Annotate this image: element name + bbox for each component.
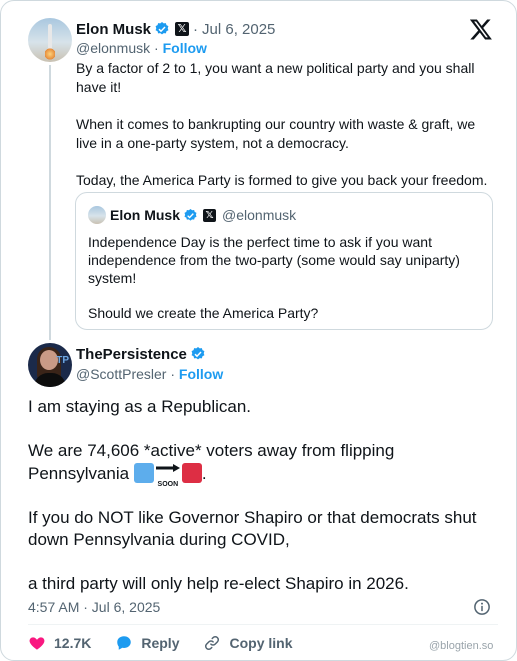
quoted-author-name: Elon Musk	[110, 207, 181, 223]
tweet-date[interactable]: Jul 6, 2025	[202, 21, 275, 38]
follow-button[interactable]: Follow	[179, 366, 223, 382]
reply-bubble-icon	[117, 636, 132, 650]
author-name[interactable]: Elon Musk	[76, 21, 151, 38]
tweet-timestamp[interactable]: 4:57 AM · Jul 6, 2025	[28, 599, 160, 615]
like-button[interactable]: 12.7K	[28, 634, 91, 652]
quoted-paragraph: Independence Day is the perfect time to …	[88, 234, 460, 286]
like-count: 12.7K	[54, 635, 92, 651]
watermark-text: @blogtien.so	[429, 640, 494, 652]
tweet-text-segment: .	[201, 464, 207, 483]
tweet-paragraph: By a factor of 2 to 1, you want a new po…	[76, 60, 475, 95]
verified-badge-icon	[191, 347, 205, 360]
tweet-paragraph: If you do NOT like Governor Shapiro or t…	[28, 508, 477, 549]
verified-badge-icon	[155, 22, 169, 35]
tweet-paragraph: I am staying as a Republican.	[28, 397, 252, 416]
red-square-emoji	[181, 463, 202, 483]
verified-badge-icon	[184, 208, 197, 221]
quoted-author-handle: @elonmusk	[222, 207, 297, 223]
blue-square-emoji	[133, 463, 154, 483]
main-tweet-header: ThePersistence	[76, 343, 206, 365]
link-icon	[205, 635, 220, 651]
follow-button[interactable]: Follow	[163, 40, 207, 56]
parent-tweet-text: By a factor of 2 to 1, you want a new po…	[76, 59, 496, 208]
tweet-paragraph: Today, the America Party is formed to gi…	[76, 172, 488, 188]
quoted-tweet[interactable]: Elon Musk 𝕏 @elonmusk Independence Day i…	[75, 192, 493, 330]
copy-link-label: Copy link	[229, 635, 293, 651]
info-icon[interactable]	[473, 598, 491, 616]
author-name[interactable]: ThePersistence	[76, 346, 187, 363]
main-tweet-text: I am staying as a Republican. We are 74,…	[28, 396, 498, 617]
reply-button[interactable]: Reply	[115, 634, 179, 652]
thepersistence-avatar[interactable]: TP	[28, 343, 72, 387]
tweet-paragraph: a third party will only help re-elect Sh…	[28, 574, 409, 593]
author-handle[interactable]: @elonmusk	[76, 40, 150, 56]
tweet-paragraph: We are 74,606 *active* voters away from …	[28, 440, 498, 488]
embedded-tweet-card: Elon Musk 𝕏 · Jul 6, 2025 @elonmusk · Fo…	[0, 0, 517, 661]
x-logo-icon[interactable]	[469, 17, 493, 41]
tweet-paragraph: When it comes to bankrupting our country…	[76, 116, 476, 151]
reply-label: Reply	[141, 635, 180, 651]
elon-musk-avatar[interactable]	[28, 18, 72, 62]
quoted-tweet-header: Elon Musk 𝕏 @elonmusk	[110, 204, 296, 226]
action-bar: 12.7K Reply Copy link	[28, 633, 317, 653]
main-handle-row: @ScottPresler · Follow	[76, 366, 224, 382]
x-affiliate-badge-icon: 𝕏	[175, 22, 190, 36]
quoted-tweet-text: Independence Day is the perfect time to …	[88, 233, 483, 339]
copy-link-button[interactable]: Copy link	[203, 634, 293, 652]
heart-icon	[29, 637, 45, 650]
quoted-author-avatar	[88, 206, 106, 224]
quoted-paragraph: Should we create the America Party?	[88, 305, 319, 321]
tweet-text-segment: We are 74,606 *active* voters away from …	[28, 441, 395, 483]
parent-handle-row: @elonmusk · Follow	[76, 40, 207, 56]
author-handle[interactable]: @ScottPresler	[76, 366, 166, 382]
soon-arrow-emoji: SOON	[155, 462, 181, 488]
parent-tweet-header: Elon Musk 𝕏 · Jul 6, 2025	[76, 20, 276, 38]
x-affiliate-badge-icon: 𝕏	[203, 208, 217, 222]
divider	[28, 624, 498, 625]
thread-connector-line	[49, 65, 51, 340]
